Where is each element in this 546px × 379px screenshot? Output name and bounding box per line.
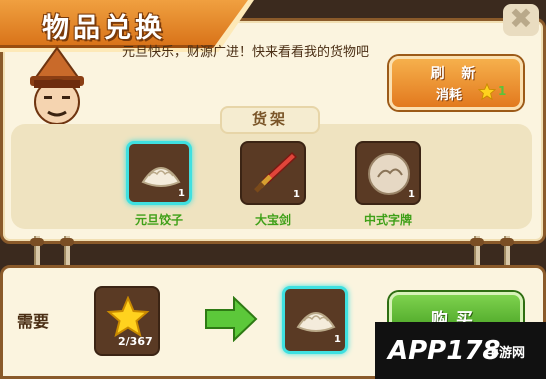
close-button[interactable]: ✖ — [503, 4, 539, 36]
dumpling-icon — [296, 312, 336, 332]
shelf-title: 货架 — [251, 110, 288, 128]
item-name: 中式字牌 — [363, 213, 412, 227]
refresh-button-label: 刷 新 — [430, 66, 482, 82]
watermark-subtext: 手游网 — [486, 346, 526, 361]
window-title: 物品兑换 — [42, 13, 166, 44]
item-slot: 1 — [240, 141, 306, 205]
rope-knot — [30, 238, 44, 246]
refresh-cost-value: 1 — [498, 84, 507, 98]
star-icon — [478, 83, 496, 101]
watermark-text: APP178 — [388, 336, 501, 366]
shelf-item-sword[interactable]: 1 大宝剑 — [240, 141, 310, 231]
rope-knot — [500, 238, 514, 246]
item-slot: 1 — [355, 141, 421, 205]
item-count: 1 — [408, 189, 415, 200]
refresh-button[interactable]: 刷 新 消耗 1 — [389, 56, 523, 110]
merchant-greeting: 元旦快乐，财源广进！快来看看我的货物吧 — [122, 45, 370, 60]
item-name: 元旦饺子 — [134, 213, 183, 227]
merchant-avatar — [30, 46, 84, 134]
rope-knot — [60, 238, 74, 246]
shelf-item-plaque[interactable]: 1 中式字牌 — [355, 141, 425, 231]
result-count: 1 — [334, 334, 341, 345]
rope-knot — [470, 238, 484, 246]
plaque-icon — [368, 153, 410, 195]
need-label: 需要 — [17, 312, 50, 331]
refresh-cost-label: 消耗 — [436, 88, 463, 103]
item-count: 1 — [178, 188, 185, 199]
star-icon — [106, 296, 150, 338]
arrow-right-icon — [205, 296, 258, 342]
sword-icon — [254, 151, 298, 193]
dumpling-icon — [141, 167, 181, 187]
shelf-item-dumpling[interactable]: 1 元旦饺子 — [126, 141, 196, 231]
item-count: 1 — [293, 189, 300, 200]
item-name: 大宝剑 — [254, 213, 291, 227]
item-slot: 1 — [126, 141, 192, 205]
cost-amount: 2/367 — [118, 335, 153, 348]
